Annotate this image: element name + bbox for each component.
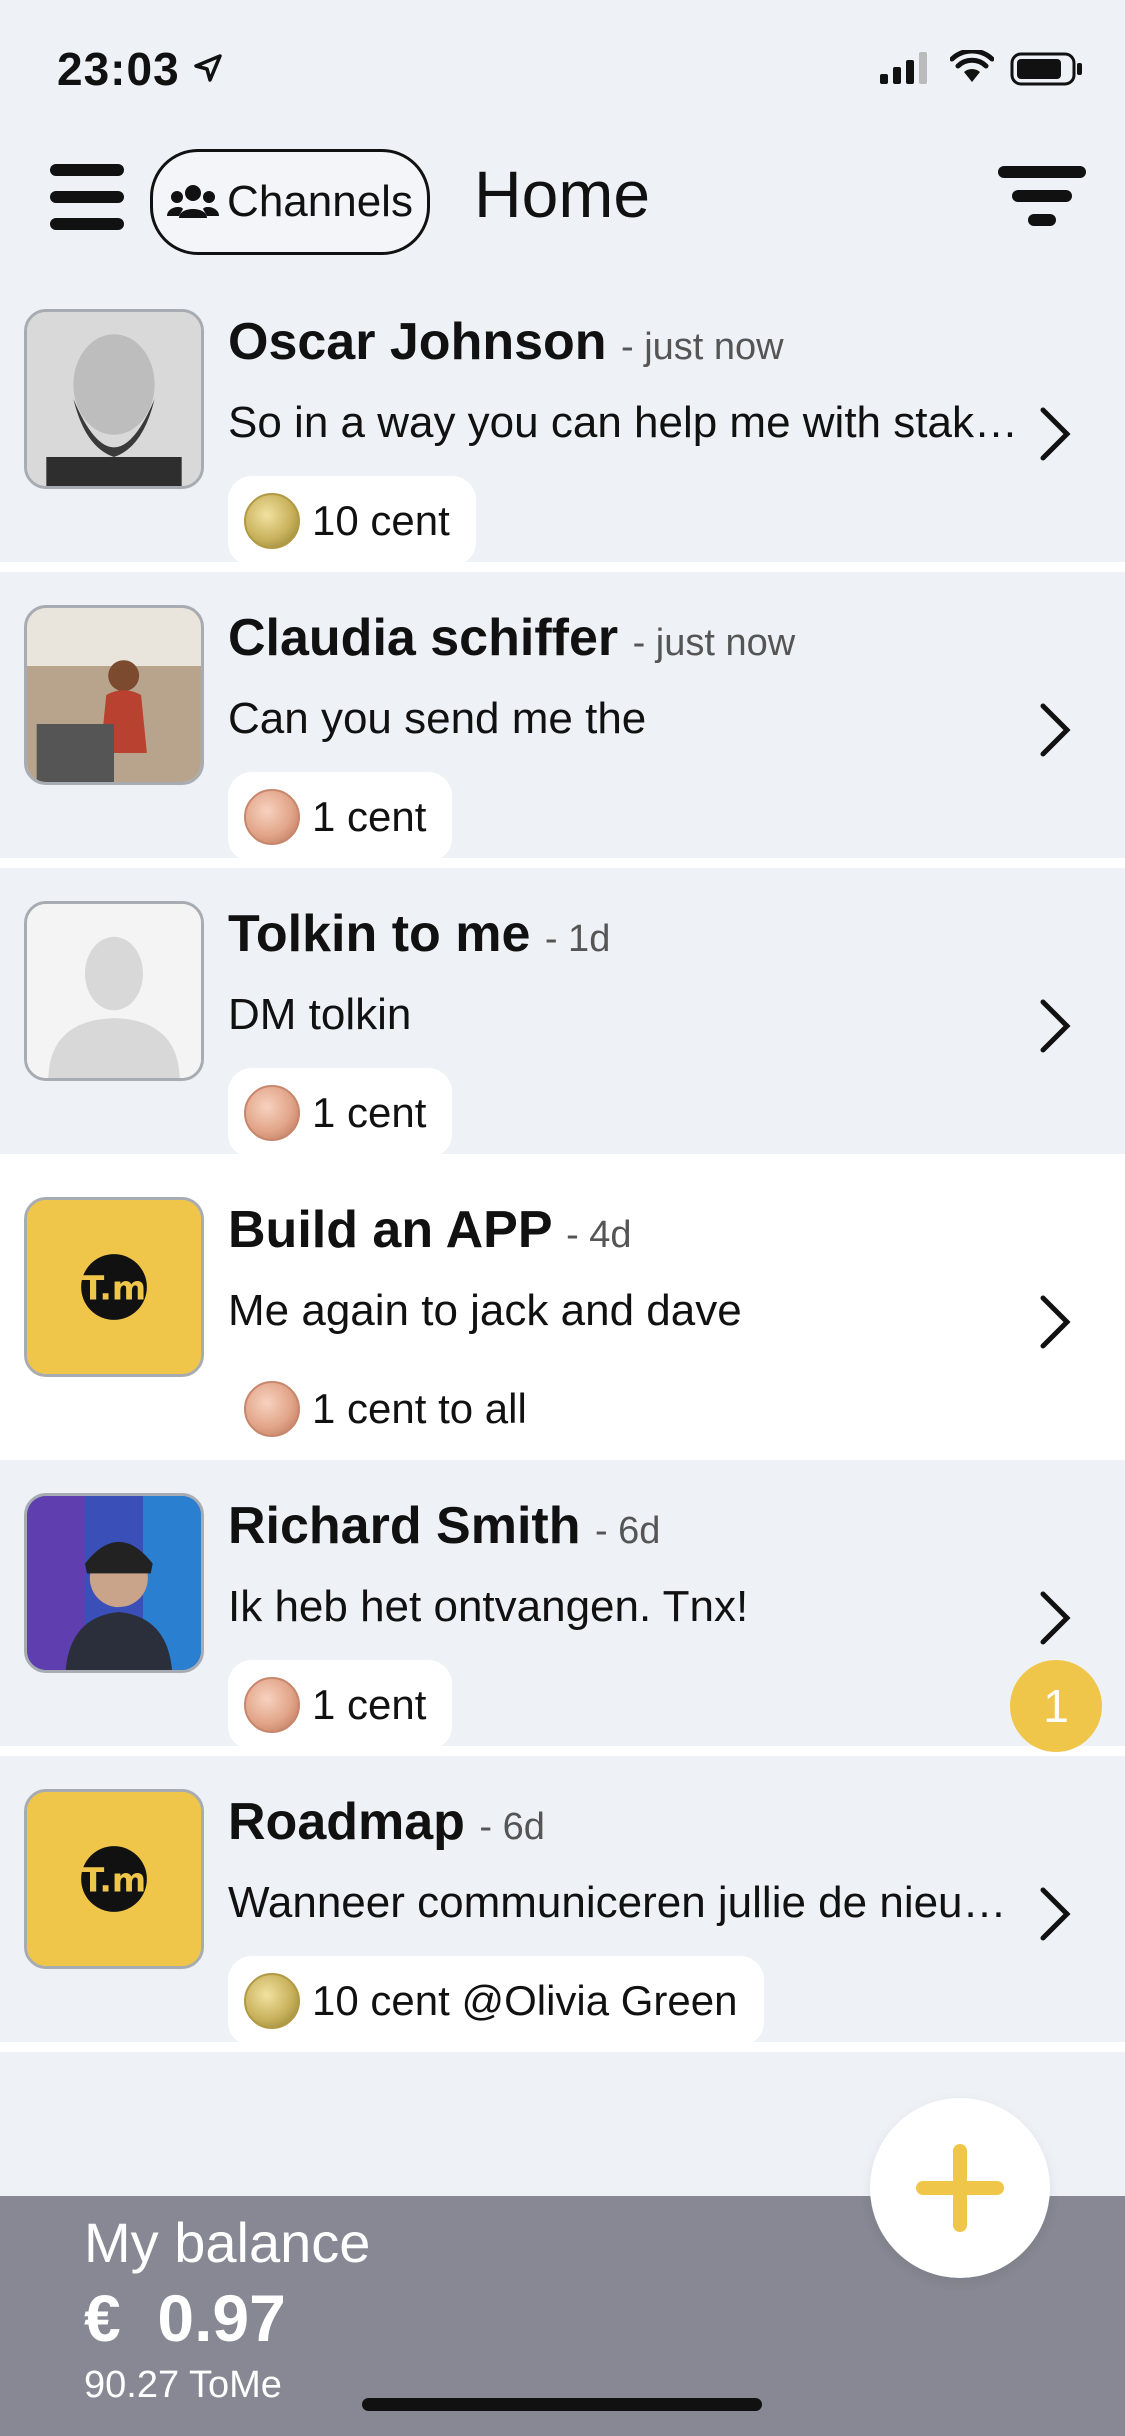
new-message-button[interactable] [870, 2098, 1050, 2278]
tome-balance: 90.27 ToMe [84, 2364, 282, 2406]
chevron-right-icon [1040, 1591, 1071, 1645]
tip-badge: 1 cent [228, 1660, 453, 1750]
copper-coin-icon [244, 789, 300, 845]
avatar: T.m [24, 1789, 204, 1969]
conversation-row[interactable]: T.m Build an APP - 4d Me again to jack a… [0, 1164, 1125, 1460]
chevron-right-icon [1040, 999, 1071, 1053]
avatar [24, 1493, 204, 1673]
svg-text:T.m: T.m [82, 1861, 146, 1900]
conversation-title: Roadmap - 6d [228, 1793, 545, 1851]
chevron-right-icon [1040, 1295, 1071, 1349]
tip-badge: 1 cent [228, 772, 453, 862]
tip-badge: 10 cent @Olivia Green [228, 1956, 764, 2046]
copper-coin-icon [244, 1677, 300, 1733]
conversation-preview: So in a way you can help me with stake… [228, 398, 1018, 447]
page-title: Home [474, 157, 651, 231]
conversation-preview: Wanneer communiceren jullie de nieu… [228, 1878, 1007, 1927]
gold-coin-icon [244, 1973, 300, 2029]
conversation-row[interactable]: T.m Roadmap - 6d Wanneer communiceren ju… [0, 1756, 1125, 2052]
plus-icon [916, 2144, 1004, 2232]
conversation-preview: Ik heb het ontvangen. Tnx! [228, 1582, 749, 1631]
balance-value: € 0.97 [84, 2281, 286, 2355]
channels-label: Channels [227, 177, 413, 226]
copper-coin-icon [244, 1085, 300, 1141]
conversation-preview: Me again to jack and dave [228, 1286, 742, 1335]
conversation-row[interactable]: Claudia schiffer - just now Can you send… [0, 572, 1125, 868]
tip-badge: 10 cent [228, 476, 476, 566]
conversation-title: Tolkin to me - 1d [228, 905, 611, 963]
channels-button[interactable]: Channels [150, 149, 430, 255]
conversation-row[interactable]: Oscar Johnson - just now So in a way you… [0, 276, 1125, 572]
cellular-signal-icon [880, 52, 927, 84]
conversation-preview: DM tolkin [228, 990, 412, 1039]
chevron-right-icon [1040, 703, 1071, 757]
unread-count-badge: 1 [1010, 1660, 1102, 1752]
avatar [24, 605, 204, 785]
svg-text:T.m: T.m [82, 1269, 146, 1308]
chevron-right-icon [1040, 1887, 1071, 1941]
wifi-icon [950, 50, 994, 82]
tip-badge: 1 cent to all [228, 1364, 553, 1454]
home-indicator[interactable] [362, 2398, 762, 2411]
conversation-title: Build an APP - 4d [228, 1201, 632, 1259]
conversation-list: Oscar Johnson - just now So in a way you… [0, 276, 1125, 2052]
gold-coin-icon [244, 493, 300, 549]
conversation-title: Oscar Johnson - just now [228, 313, 784, 371]
avatar [24, 309, 204, 489]
hamburger-menu-icon[interactable] [50, 164, 124, 234]
battery-icon [1010, 52, 1082, 86]
conversation-row[interactable]: Tolkin to me - 1d DM tolkin 1 cent [0, 868, 1125, 1164]
app-header: Channels Home [0, 140, 1125, 270]
conversation-title: Richard Smith - 6d [228, 1497, 661, 1555]
conversation-row[interactable]: Richard Smith - 6d Ik heb het ontvangen.… [0, 1460, 1125, 1756]
conversation-preview: Can you send me the [228, 694, 647, 743]
copper-coin-icon [244, 1381, 300, 1437]
avatar [24, 901, 204, 1081]
group-users-icon [167, 185, 220, 218]
location-arrow-icon [194, 54, 222, 82]
chevron-right-icon [1040, 407, 1071, 461]
conversation-title: Claudia schiffer - just now [228, 609, 796, 667]
balance-label: My balance [84, 2211, 371, 2274]
tip-badge: 1 cent [228, 1068, 453, 1158]
status-bar: 23:03 [0, 0, 1125, 140]
avatar: T.m [24, 1197, 204, 1377]
filter-icon[interactable] [996, 160, 1088, 240]
status-time: 23:03 [57, 43, 180, 95]
